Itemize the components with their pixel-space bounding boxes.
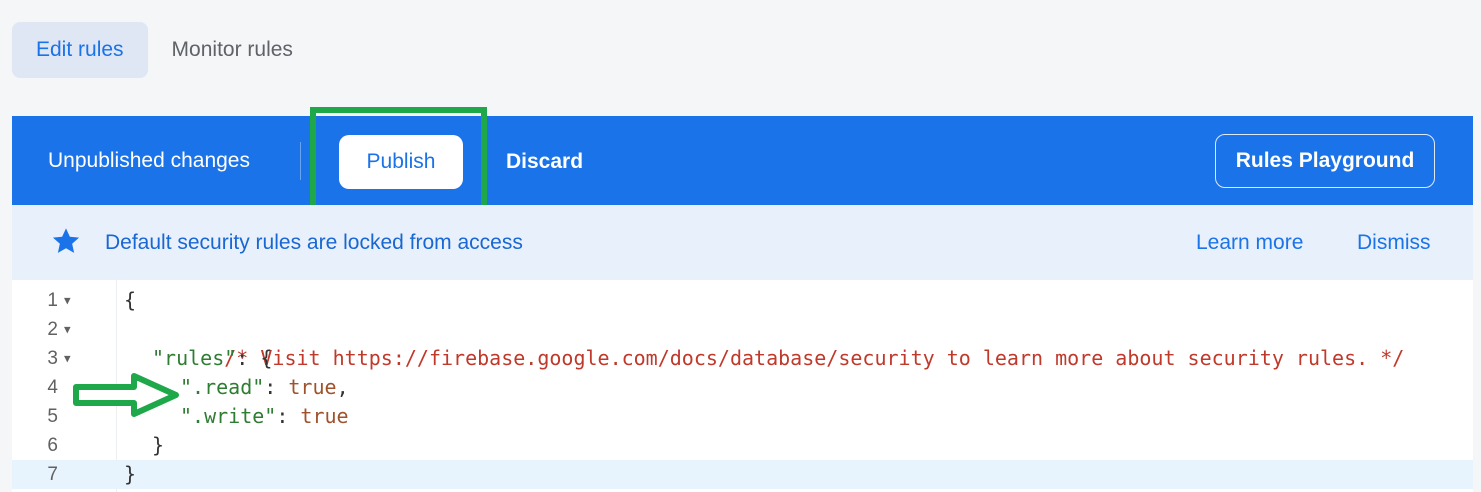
code-key: ".read" bbox=[180, 375, 265, 399]
tab-edit-rules[interactable]: Edit rules bbox=[12, 22, 148, 78]
banner-message: Default security rules are locked from a… bbox=[105, 230, 523, 254]
line-number: 6 bbox=[47, 435, 58, 456]
tab-monitor-rules[interactable]: Monitor rules bbox=[148, 22, 317, 78]
star-icon bbox=[52, 228, 80, 253]
code-line: 6 } bbox=[12, 431, 1473, 460]
code-punctuation: , bbox=[336, 375, 349, 399]
code-line: 5 ".write": true bbox=[12, 402, 1473, 431]
code-boolean: true bbox=[300, 404, 349, 428]
line-number: 1 bbox=[47, 290, 58, 311]
rules-playground-button[interactable]: Rules Playground bbox=[1215, 134, 1435, 188]
rules-tabs: Edit rules Monitor rules bbox=[12, 22, 317, 78]
line-number: 7 bbox=[47, 464, 58, 485]
fold-toggle-icon[interactable]: ▼ bbox=[64, 344, 71, 373]
code-punctuation: : { bbox=[236, 346, 273, 370]
discard-button[interactable]: Discard bbox=[506, 135, 583, 189]
line-number: 5 bbox=[47, 406, 58, 427]
dismiss-button[interactable]: Dismiss bbox=[1357, 205, 1431, 280]
code-text: } bbox=[152, 433, 165, 457]
code-line: 4 ".read": true, bbox=[12, 373, 1473, 402]
code-boolean: true bbox=[288, 375, 337, 399]
publish-button[interactable]: Publish bbox=[339, 135, 463, 189]
code-line-current: 7 } bbox=[12, 460, 1473, 489]
line-number: 4 bbox=[47, 377, 58, 398]
code-line: 1 ▼ { bbox=[12, 286, 1473, 315]
code-key: ".write" bbox=[180, 404, 277, 428]
code-line: 3 ▼ "rules": { bbox=[12, 344, 1473, 373]
fold-toggle-icon[interactable]: ▼ bbox=[64, 286, 71, 315]
line-number: 3 bbox=[47, 348, 58, 369]
code-text: { bbox=[124, 288, 137, 312]
fold-toggle-icon[interactable]: ▼ bbox=[64, 315, 71, 344]
toolbar-divider bbox=[300, 142, 301, 180]
code-text: } bbox=[124, 462, 137, 486]
rules-code-editor[interactable]: 1 ▼ { 2 ▼ /* Visit https://firebase.goog… bbox=[12, 280, 1473, 492]
code-line: 2 ▼ /* Visit https://firebase.google.com… bbox=[12, 315, 1473, 370]
learn-more-link[interactable]: Learn more bbox=[1196, 205, 1303, 280]
code-key: "rules" bbox=[152, 346, 237, 370]
line-number: 2 bbox=[47, 319, 58, 340]
unpublished-changes-label: Unpublished changes bbox=[48, 148, 250, 172]
rules-toolbar: Unpublished changes Publish Discard Rule… bbox=[12, 116, 1473, 205]
info-banner: Default security rules are locked from a… bbox=[12, 205, 1473, 280]
